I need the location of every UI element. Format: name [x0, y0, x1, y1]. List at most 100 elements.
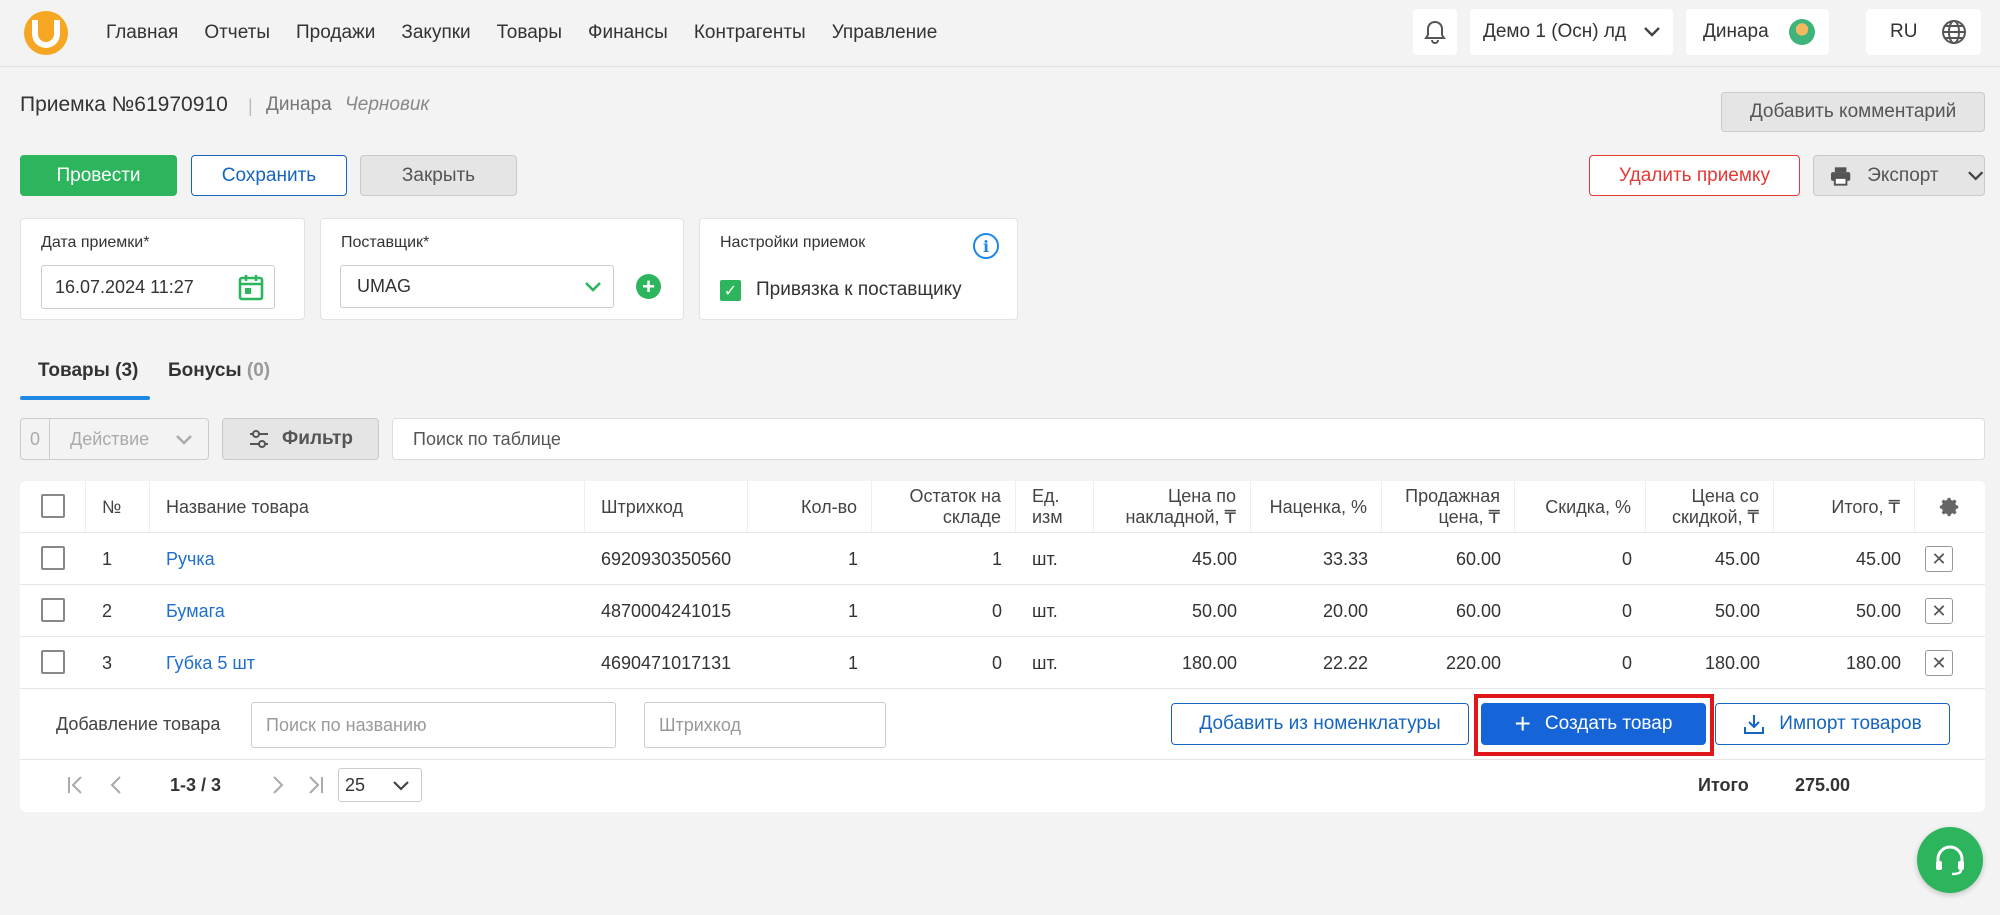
calendar-icon[interactable] [238, 273, 264, 301]
nav-finance[interactable]: Финансы [588, 22, 668, 44]
cell-price[interactable]: 180.00 [1094, 637, 1251, 689]
nav-contractors[interactable]: Контрагенты [694, 22, 806, 44]
nav-reports[interactable]: Отчеты [204, 22, 270, 44]
barcode-input[interactable]: Штрихкод [644, 702, 886, 748]
import-products-button[interactable]: Импорт товаров [1715, 703, 1950, 745]
select-all-checkbox[interactable] [41, 494, 65, 518]
cell-qty[interactable]: 1 [748, 533, 872, 585]
create-product-button[interactable]: + Создать товар [1481, 703, 1706, 745]
col-barcode[interactable]: Штрихкод [585, 481, 748, 533]
globe-icon [1942, 20, 1966, 44]
cell-num: 3 [102, 652, 113, 673]
cell-total: 50.00 [1855, 600, 1901, 621]
conduct-button[interactable]: Провести [20, 155, 177, 196]
add-from-nomenclature-button[interactable]: Добавить из номенклатуры [1171, 703, 1469, 745]
table-row: 2 Бумага 4870004241015 1 0 шт. 50.00 20.… [20, 585, 1985, 637]
table-settings[interactable] [1915, 481, 1985, 533]
tab-bonuses-label: Бонусы [168, 360, 242, 381]
row-checkbox[interactable] [41, 650, 65, 674]
org-selector[interactable]: Демо 1 (Осн) лд [1470, 9, 1673, 55]
cell-discount[interactable]: 0 [1515, 533, 1646, 585]
title-separator: | [248, 96, 253, 116]
col-total[interactable]: Итого, ₸ [1774, 481, 1915, 533]
cell-sale-price[interactable]: 220.00 [1382, 637, 1515, 689]
cell-sale-price[interactable]: 60.00 [1382, 533, 1515, 585]
nav-sales[interactable]: Продажи [296, 22, 375, 44]
cell-price[interactable]: 50.00 [1094, 585, 1251, 637]
col-discount[interactable]: Скидка, % [1515, 481, 1646, 533]
remove-row-button[interactable]: ✕ [1925, 598, 1953, 624]
bind-supplier-checkbox[interactable]: ✓ [720, 280, 741, 301]
col-discount-price[interactable]: Цена со скидкой, ₸ [1646, 481, 1774, 533]
col-qty[interactable]: Кол-во [748, 481, 872, 533]
save-button[interactable]: Сохранить [191, 155, 347, 196]
headset-icon [1936, 845, 1964, 876]
export-button[interactable]: Экспорт [1813, 155, 1985, 196]
col-name[interactable]: Название товара [150, 481, 585, 533]
table-row: 1 Ручка 6920930350560 1 1 шт. 45.00 33.3… [20, 533, 1985, 585]
cell-unit: шт. [1032, 548, 1058, 569]
doc-status: Черновик [345, 94, 430, 115]
product-link[interactable]: Губка 5 шт [166, 653, 255, 674]
nav-goods[interactable]: Товары [497, 22, 562, 44]
prev-page-icon[interactable] [108, 774, 124, 796]
user-menu[interactable]: Динара [1686, 9, 1829, 55]
tab-bonuses[interactable]: Бонусы (0) [168, 360, 270, 382]
supplier-select[interactable]: UMAG [340, 265, 614, 308]
col-stock[interactable]: Остаток на складе [872, 481, 1016, 533]
delete-receipt-button[interactable]: Удалить приемку [1589, 155, 1800, 196]
info-icon[interactable]: i [973, 233, 999, 259]
chevron-down-icon [393, 781, 409, 791]
product-link[interactable]: Ручка [166, 549, 215, 570]
last-page-icon[interactable] [305, 774, 325, 796]
row-checkbox[interactable] [41, 598, 65, 622]
tab-goods[interactable]: Товары (3) [38, 360, 138, 382]
chevron-down-icon [585, 282, 601, 292]
col-sale-price[interactable]: Продажная цена, ₸ [1382, 481, 1515, 533]
add-supplier-icon[interactable]: + [636, 274, 661, 299]
bulk-action-select[interactable]: 0 Действие [20, 418, 209, 460]
col-price[interactable]: Цена по накладной, ₸ [1094, 481, 1251, 533]
cell-stock: 1 [991, 548, 1002, 569]
cell-qty[interactable]: 1 [748, 637, 872, 689]
close-button[interactable]: Закрыть [360, 155, 517, 196]
next-page-icon[interactable] [270, 774, 286, 796]
doc-author: Динара [266, 94, 332, 115]
umag-logo[interactable] [24, 11, 68, 55]
first-page-icon[interactable] [66, 774, 86, 796]
add-comment-button[interactable]: Добавить комментарий [1721, 92, 1985, 132]
row-checkbox[interactable] [41, 546, 65, 570]
cell-discount[interactable]: 0 [1515, 585, 1646, 637]
cell-name: Ручка [150, 533, 585, 585]
top-bar: Главная Отчеты Продажи Закупки Товары Фи… [0, 0, 2000, 67]
remove-row-button[interactable]: ✕ [1925, 650, 1953, 676]
filter-label: Фильтр [282, 428, 353, 449]
product-name-search-input[interactable]: Поиск по названию [251, 702, 616, 748]
org-name: Демо 1 (Осн) лд [1483, 21, 1627, 42]
supplier-label: Поставщик* [341, 234, 430, 251]
cell-discount[interactable]: 0 [1515, 637, 1646, 689]
table-search-input[interactable]: Поиск по таблице [392, 418, 1985, 460]
remove-row-button[interactable]: ✕ [1925, 546, 1953, 572]
notifications-button[interactable] [1413, 9, 1457, 55]
date-input[interactable]: 16.07.2024 11:27 [41, 265, 275, 309]
product-link[interactable]: Бумага [166, 601, 225, 622]
cell-markup[interactable]: 33.33 [1251, 533, 1382, 585]
col-markup[interactable]: Наценка, % [1251, 481, 1382, 533]
cell-sale-price[interactable]: 60.00 [1382, 585, 1515, 637]
language-selector[interactable]: RU [1866, 9, 1981, 55]
supplier-card: Поставщик* UMAG + [320, 218, 684, 320]
close-icon: ✕ [1931, 600, 1947, 621]
cell-markup[interactable]: 22.22 [1251, 637, 1382, 689]
cell-num: 2 [102, 600, 113, 621]
nav-management[interactable]: Управление [832, 22, 938, 44]
cell-markup[interactable]: 20.00 [1251, 585, 1382, 637]
col-num: № [86, 481, 150, 533]
nav-purchases[interactable]: Закупки [401, 22, 470, 44]
nav-home[interactable]: Главная [106, 22, 178, 44]
cell-price[interactable]: 45.00 [1094, 533, 1251, 585]
support-chat-button[interactable] [1917, 827, 1983, 893]
filter-button[interactable]: Фильтр [222, 418, 379, 460]
cell-qty[interactable]: 1 [748, 585, 872, 637]
page-size-select[interactable]: 25 [338, 768, 422, 802]
